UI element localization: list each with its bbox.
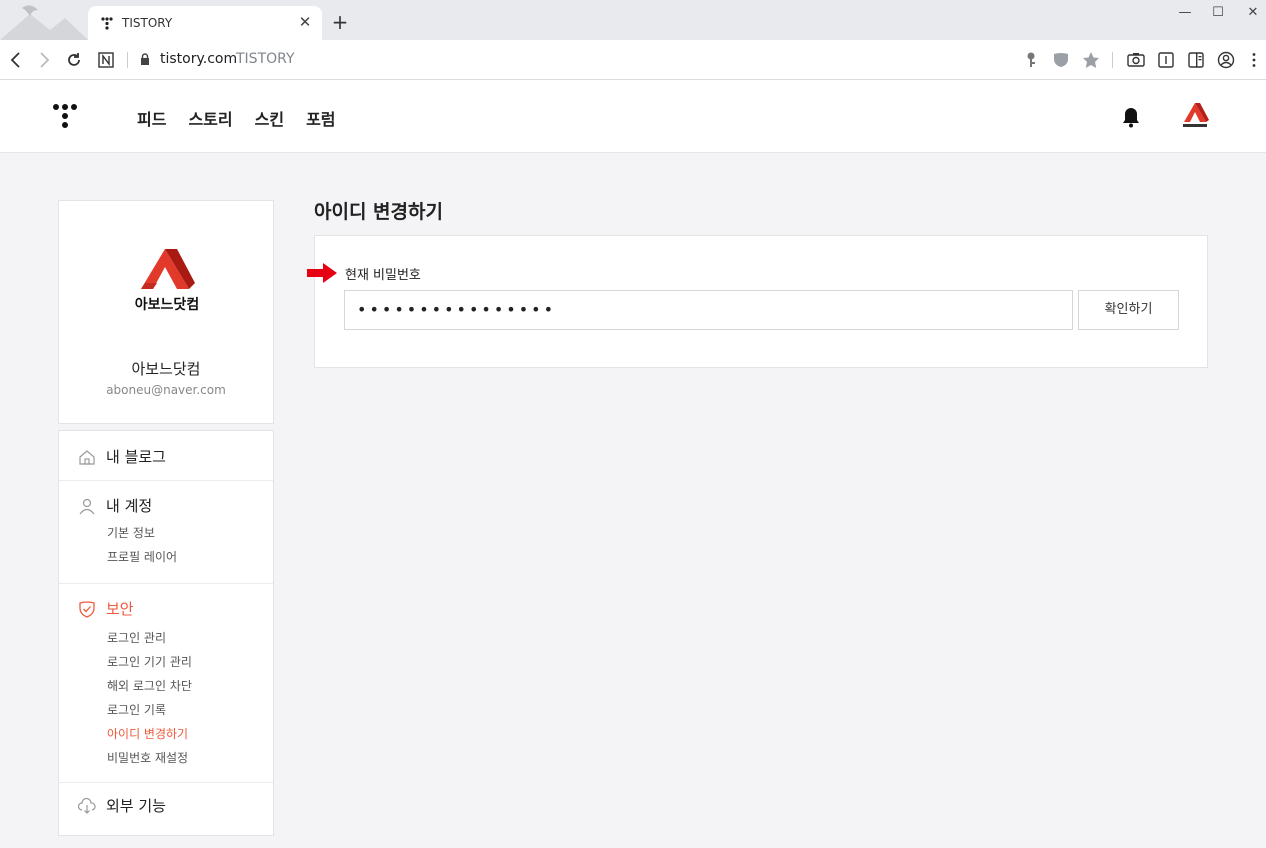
blog-logo-text: 아보느닷컴 <box>135 296 199 313</box>
star-bookmark-icon[interactable] <box>1081 50 1101 70</box>
menu-security-label: 보안 <box>106 600 134 618</box>
cloud-download-icon <box>78 797 96 814</box>
forward-icon[interactable] <box>34 50 54 70</box>
url-page-title[interactable]: TISTORY <box>236 51 295 67</box>
menu-item-login-device[interactable]: 로그인 기기 관리 <box>107 653 192 670</box>
page-title: 아이디 변경하기 <box>314 201 443 223</box>
menu-my-blog-label: 내 블로그 <box>106 448 166 466</box>
shield-extension-icon[interactable] <box>1051 50 1071 70</box>
tab-close-icon[interactable]: ✕ <box>296 13 314 31</box>
blog-logo[interactable]: 아보느닷컴 <box>131 247 203 313</box>
profile-card: 아보느닷컴 아보느닷컴 aboneu@naver.com <box>58 200 274 424</box>
menu-section-blog: 내 블로그 <box>59 431 273 481</box>
shield-check-icon <box>79 600 95 618</box>
menu-item-change-id[interactable]: 아이디 변경하기 <box>107 725 188 742</box>
menu-item-profile-layer[interactable]: 프로필 레이어 <box>107 548 177 565</box>
red-arrow-annotation <box>307 263 337 283</box>
camera-icon[interactable] <box>1126 50 1146 70</box>
menu-item-login-history[interactable]: 로그인 기록 <box>107 701 166 718</box>
tistory-logo-icon[interactable] <box>52 103 78 129</box>
menu-external[interactable]: 외부 기능 <box>78 795 166 816</box>
menu-item-basic-info[interactable]: 기본 정보 <box>107 524 155 541</box>
menu-section-account: 내 계정 기본 정보 프로필 레이어 <box>59 481 273 584</box>
menu-my-blog[interactable]: 내 블로그 <box>78 446 166 467</box>
naver-home-icon[interactable] <box>96 50 116 70</box>
header-avatar[interactable] <box>1179 102 1211 130</box>
menu-section-external: 외부 기능 <box>59 783 273 835</box>
address-bar: tistory.com TISTORY <box>0 40 1266 80</box>
profile-name: 아보느닷컴 <box>131 360 201 378</box>
menu-external-label: 외부 기능 <box>106 797 166 815</box>
tistory-favicon-icon <box>101 17 113 30</box>
menu-section-security: 보안 로그인 관리 로그인 기기 관리 해외 로그인 차단 로그인 기록 아이디… <box>59 584 273 783</box>
settings-menu: 내 블로그 내 계정 기본 정보 프로필 레이어 보안 로그인 관리 로그인 기… <box>58 430 274 836</box>
nav-forum[interactable]: 포럼 <box>306 106 335 130</box>
site-header: 피드 스토리 스킨 포럼 <box>0 80 1266 153</box>
more-menu-icon[interactable] <box>1244 50 1264 70</box>
menu-item-reset-password[interactable]: 비밀번호 재설정 <box>107 749 188 766</box>
current-password-input[interactable]: •••••••••••••••• <box>344 290 1073 330</box>
nav-story[interactable]: 스토리 <box>188 106 232 130</box>
user-icon <box>79 498 95 514</box>
divider <box>1112 52 1113 68</box>
home-icon <box>79 449 95 465</box>
reader-icon[interactable] <box>1156 50 1176 70</box>
window-maximize-button[interactable]: ☐ <box>1209 4 1227 22</box>
tab-title: TISTORY <box>122 16 173 30</box>
window-minimize-button[interactable]: — <box>1176 4 1194 22</box>
tab-tistory[interactable]: TISTORY ✕ <box>88 6 322 40</box>
new-tab-button[interactable]: + <box>330 12 350 32</box>
profile-theme-art <box>0 5 88 40</box>
current-password-label: 현재 비밀번호 <box>345 268 421 283</box>
key-icon[interactable] <box>1021 50 1041 70</box>
url-host[interactable]: tistory.com <box>160 51 237 67</box>
window-close-button[interactable]: ✕ <box>1244 4 1262 22</box>
browser-tab-bar: TISTORY ✕ + — ☐ ✕ <box>0 0 1266 40</box>
sidebar-panel-icon[interactable] <box>1186 50 1206 70</box>
nav-skin[interactable]: 스킨 <box>255 106 284 130</box>
nav-feed[interactable]: 피드 <box>137 106 166 130</box>
confirm-button[interactable]: 확인하기 <box>1078 290 1179 330</box>
menu-account[interactable]: 내 계정 <box>78 495 152 516</box>
change-id-form: 현재 비밀번호 •••••••••••••••• 확인하기 <box>307 235 1208 368</box>
menu-item-login-manage[interactable]: 로그인 관리 <box>107 629 166 646</box>
profile-email: aboneu@naver.com <box>106 383 226 397</box>
menu-item-overseas-block[interactable]: 해외 로그인 차단 <box>107 677 192 694</box>
notification-bell-icon[interactable] <box>1121 106 1141 128</box>
menu-account-label: 내 계정 <box>106 497 153 515</box>
global-nav: 피드 스토리 스킨 포럼 <box>137 106 336 130</box>
divider <box>127 52 128 68</box>
menu-security[interactable]: 보안 <box>78 598 134 619</box>
lock-icon[interactable] <box>140 53 150 66</box>
account-icon[interactable] <box>1216 50 1236 70</box>
reload-icon[interactable] <box>64 50 84 70</box>
back-icon[interactable] <box>6 50 26 70</box>
